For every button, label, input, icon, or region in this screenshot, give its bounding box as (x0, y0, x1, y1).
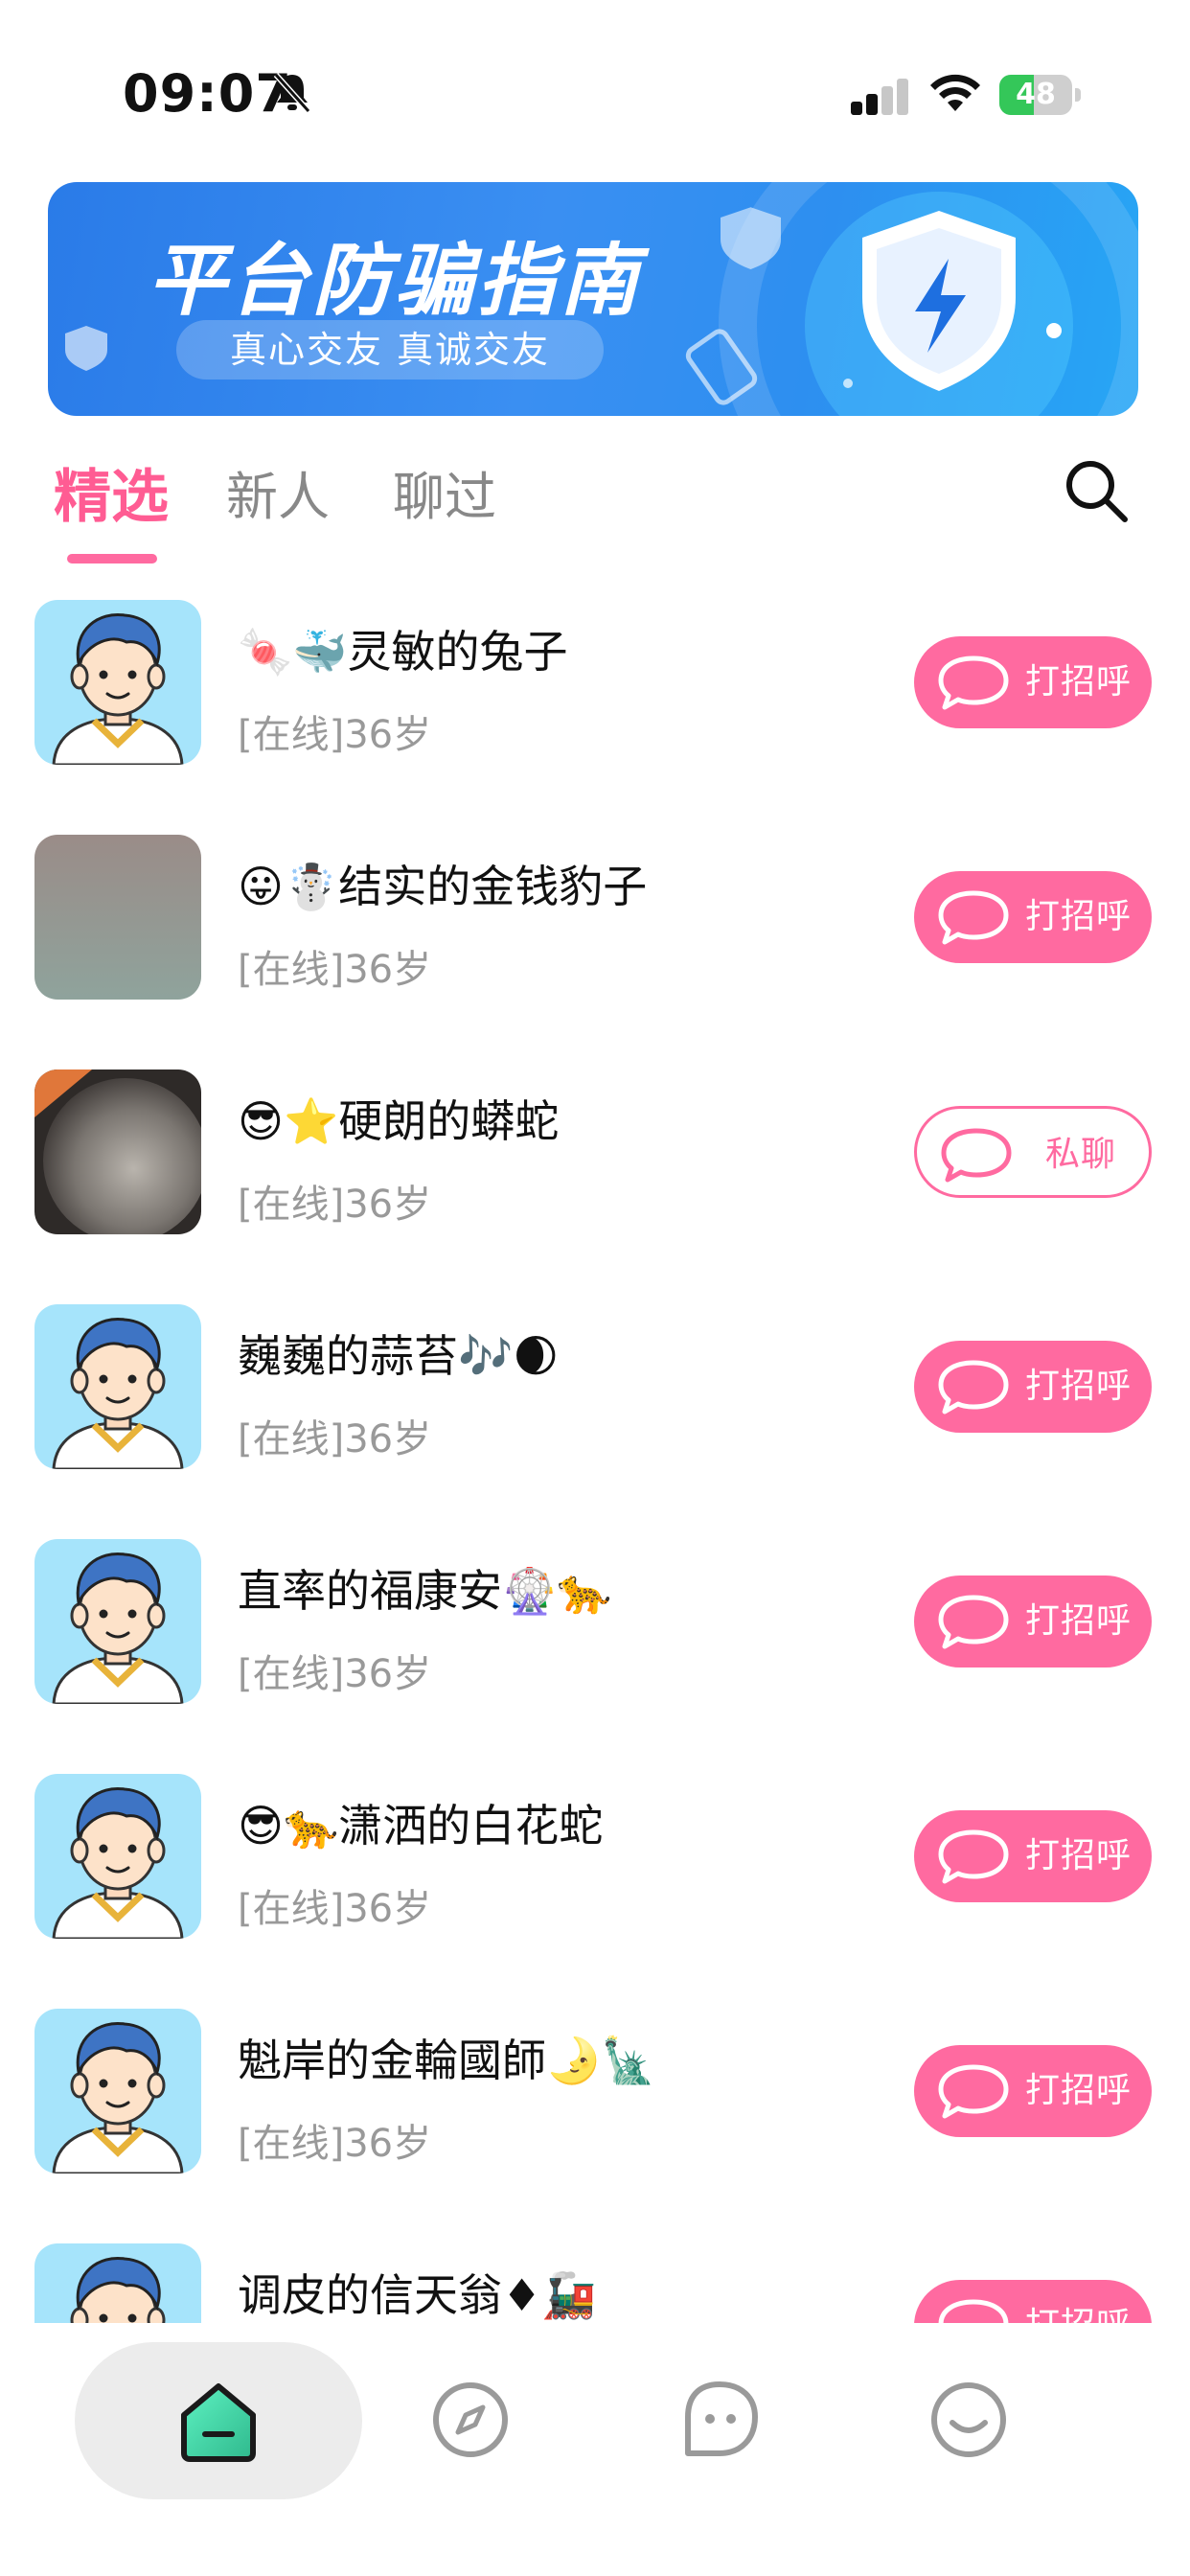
chat-bubble-icon (938, 1360, 1009, 1414)
wifi-icon (930, 74, 980, 111)
banner-subtitle: 真心交友 真诚交友 (176, 320, 604, 380)
greet-button[interactable]: 打招呼 (914, 636, 1152, 728)
list-item[interactable]: 魁岸的金輪國師🌛🗽 [在线]36岁 打招呼 (0, 2009, 1190, 2243)
battery-indicator: 48 (999, 75, 1082, 115)
tab-chatted[interactable]: 聊过 (393, 454, 496, 530)
greet-button[interactable]: 打招呼 (914, 871, 1152, 963)
battery-percent: 48 (1016, 78, 1056, 111)
avatar[interactable] (34, 1539, 201, 1704)
avatar[interactable] (34, 1774, 201, 1939)
greet-button[interactable]: 打招呼 (914, 2045, 1152, 2137)
status-bar: 09:07 48 (0, 0, 1190, 163)
user-status: [在线]36岁 (238, 2122, 432, 2166)
button-label: 打招呼 (1025, 1601, 1133, 1641)
user-name: 巍巍的蒜苔🎶🌒 (238, 1330, 560, 1382)
chat-bubble-icon (938, 2064, 1009, 2119)
banner-title: 平台防骗指南 (148, 236, 642, 327)
avatar[interactable] (34, 1304, 201, 1469)
button-label: 打招呼 (1025, 2071, 1133, 2110)
user-name: 🍬🐳灵敏的兔子 (238, 626, 568, 678)
compass-icon[interactable] (427, 2377, 514, 2463)
button-label: 私聊 (1045, 1135, 1117, 1174)
button-label: 打招呼 (1025, 897, 1133, 936)
clock: 09:07 (123, 63, 292, 124)
avatar[interactable] (34, 600, 201, 765)
user-name: 直率的福康安🎡🐆 (238, 1565, 612, 1617)
user-status: [在线]36岁 (238, 1887, 432, 1931)
home-icon (181, 2383, 256, 2462)
tab-featured[interactable]: 精选 (54, 450, 169, 534)
list-item[interactable]: 巍巍的蒜苔🎶🌒 [在线]36岁 打招呼 (0, 1304, 1190, 1539)
list-item[interactable]: 🍬🐳灵敏的兔子 [在线]36岁 打招呼 (0, 600, 1190, 835)
user-name: 调皮的信天翁♦🚂 (238, 2269, 597, 2321)
search-icon[interactable] (1062, 456, 1131, 525)
muted-bell-icon (273, 72, 311, 114)
list-item[interactable]: 😛☃️结实的金钱豹子 [在线]36岁 打招呼 (0, 835, 1190, 1070)
greet-button[interactable]: 打招呼 (914, 1341, 1152, 1433)
button-label: 打招呼 (1025, 1836, 1133, 1875)
greet-button[interactable]: 打招呼 (914, 1576, 1152, 1668)
button-label: 打招呼 (1025, 1367, 1133, 1406)
user-status: [在线]36岁 (238, 1183, 432, 1227)
user-status: [在线]36岁 (238, 948, 432, 992)
chat-bubble-icon (941, 1128, 1012, 1183)
user-name: 😎🐆潇洒的白花蛇 (238, 1800, 604, 1852)
chat-bubble-icon (938, 656, 1009, 710)
anti-fraud-banner[interactable]: 平台防骗指南 真心交友 真诚交友 (48, 182, 1138, 416)
tab-newcomers[interactable]: 新人 (226, 454, 330, 530)
list-item[interactable]: 😎⭐硬朗的蟒蛇 [在线]36岁 私聊 (0, 1070, 1190, 1304)
user-name: 魁岸的金輪國師🌛🗽 (238, 2035, 656, 2086)
greet-button[interactable]: 打招呼 (914, 1810, 1152, 1902)
chat-bubble-icon (938, 890, 1009, 945)
list-item[interactable]: 😎🐆潇洒的白花蛇 [在线]36岁 打招呼 (0, 1774, 1190, 2009)
cellular-signal-icon (851, 79, 908, 115)
user-name: 😛☃️结实的金钱豹子 (238, 861, 648, 912)
list-item[interactable]: 直率的福康安🎡🐆 [在线]36岁 打招呼 (0, 1539, 1190, 1774)
avatar[interactable] (34, 1070, 201, 1234)
private-chat-button[interactable]: 私聊 (914, 1106, 1152, 1198)
bottom-nav (0, 2323, 1190, 2576)
avatar[interactable] (34, 2009, 201, 2174)
chat-bubble-icon (938, 1829, 1009, 1884)
user-status: [在线]36岁 (238, 1417, 432, 1461)
smile-icon[interactable] (926, 2377, 1012, 2463)
user-name: 😎⭐硬朗的蟒蛇 (238, 1095, 560, 1147)
active-tab-indicator (67, 554, 157, 564)
user-status: [在线]36岁 (238, 713, 432, 757)
chat-bubble-icon[interactable] (676, 2377, 763, 2463)
chat-bubble-icon (938, 1595, 1009, 1649)
avatar[interactable] (34, 835, 201, 1000)
user-status: [在线]36岁 (238, 1652, 432, 1696)
nav-home[interactable] (75, 2342, 362, 2499)
button-label: 打招呼 (1025, 662, 1133, 702)
